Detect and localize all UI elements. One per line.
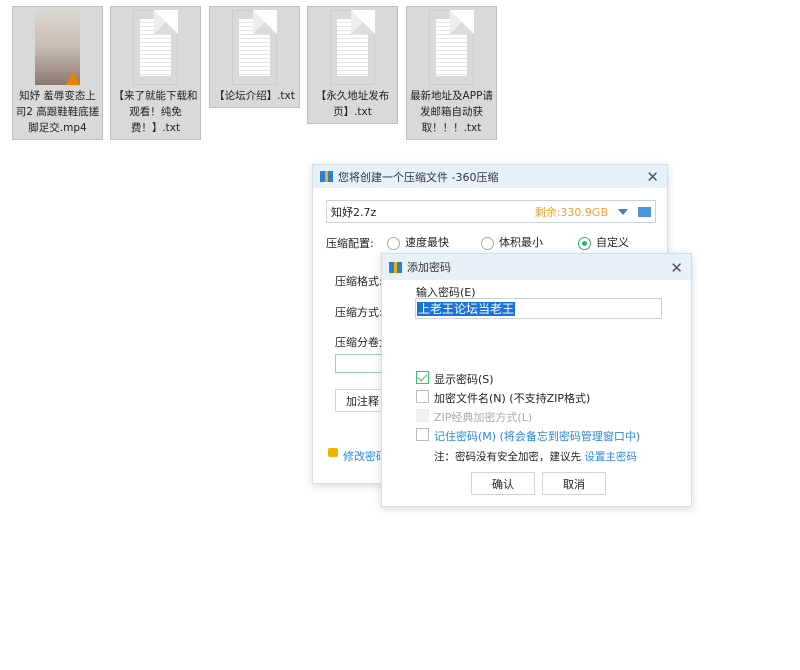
title-bar: 您将创建一个压缩文件 -360压缩 xyxy=(313,165,667,188)
radio-icon xyxy=(578,236,591,250)
filename-value: 知妤2.7z xyxy=(331,205,377,219)
radio-custom[interactable]: 自定义 xyxy=(578,234,629,250)
zip-classic-label: ZIP经典加密方式(L) xyxy=(434,411,533,424)
file-name: 知妤 羞辱变态上司2 高跟鞋鞋底搓脚足交.mp4 xyxy=(15,90,100,134)
radio-smallest[interactable]: 体积最小 xyxy=(481,234,543,250)
method-label: 压缩方式: xyxy=(335,306,383,319)
option-label: 速度最快 xyxy=(405,236,449,249)
encrypt-names-label: 加密文件名(N) (不支持ZIP格式) xyxy=(434,392,591,405)
radio-icon xyxy=(387,236,400,250)
title-bar: 添加密码 xyxy=(382,254,691,280)
video-thumbnail xyxy=(35,10,80,85)
app-icon xyxy=(389,261,402,273)
show-password-label: 显示密码(S) xyxy=(434,373,494,386)
set-master-password-link[interactable]: 设置主密码 xyxy=(584,451,637,463)
file-icon-txt[interactable]: 【来了就能下载和观看！纯免费！】.txt xyxy=(110,6,201,140)
lock-icon xyxy=(328,448,338,457)
file-icon-txt[interactable]: 【永久地址发布页】.txt xyxy=(307,6,398,124)
file-name: 最新地址及APP请发邮箱自动获取！！！.txt xyxy=(410,90,493,134)
text-file-icon xyxy=(429,10,474,85)
file-icon-txt[interactable]: 最新地址及APP请发邮箱自动获取！！！.txt xyxy=(406,6,497,140)
text-file-icon xyxy=(232,10,277,85)
config-label: 压缩配置: xyxy=(326,237,374,250)
folder-icon[interactable] xyxy=(638,206,651,217)
dialog-title: 添加密码 xyxy=(407,261,451,274)
security-note: 注：密码没有安全加密，建议先 xyxy=(434,451,581,463)
option-label: 体积最小 xyxy=(499,236,543,249)
free-space: 剩余:330.9GB xyxy=(534,205,608,219)
dropdown-arrow-icon[interactable] xyxy=(618,208,628,215)
file-name: 【论坛介绍】.txt xyxy=(214,90,295,102)
show-password-checkbox[interactable] xyxy=(416,371,429,384)
dialog-title: 您将创建一个压缩文件 -360压缩 xyxy=(338,170,499,184)
radio-fastest[interactable]: 速度最快 xyxy=(387,234,449,250)
encrypt-names-checkbox[interactable] xyxy=(416,390,429,403)
app-icon xyxy=(320,171,333,182)
format-label: 压缩格式: xyxy=(335,275,383,288)
option-label: 自定义 xyxy=(596,236,629,249)
ok-button[interactable]: 确认 xyxy=(471,472,535,495)
cancel-button[interactable]: 取消 xyxy=(542,472,606,495)
file-icon-video[interactable]: 知妤 羞辱变态上司2 高跟鞋鞋底搓脚足交.mp4 xyxy=(12,6,103,140)
file-icon-txt[interactable]: 【论坛介绍】.txt xyxy=(209,6,300,108)
remember-password-label: 记住密码(M) (将会备忘到密码管理窗口中) xyxy=(434,430,641,443)
password-input[interactable]: 上老王论坛当老王 xyxy=(415,298,662,319)
remember-password-checkbox[interactable] xyxy=(416,428,429,441)
radio-icon xyxy=(481,236,494,250)
text-file-icon xyxy=(133,10,178,85)
zip-classic-checkbox xyxy=(416,409,429,422)
file-name: 【来了就能下载和观看！纯免费！】.txt xyxy=(113,90,198,134)
file-name: 【永久地址发布页】.txt xyxy=(315,90,390,118)
vlc-icon xyxy=(66,72,80,85)
password-value: 上老王论坛当老王 xyxy=(417,302,516,316)
filename-input[interactable]: 知妤2.7z 剩余:330.9GB xyxy=(326,200,656,223)
close-icon[interactable]: ✕ xyxy=(670,259,683,277)
text-file-icon xyxy=(330,10,375,85)
close-icon[interactable]: ✕ xyxy=(646,168,659,186)
